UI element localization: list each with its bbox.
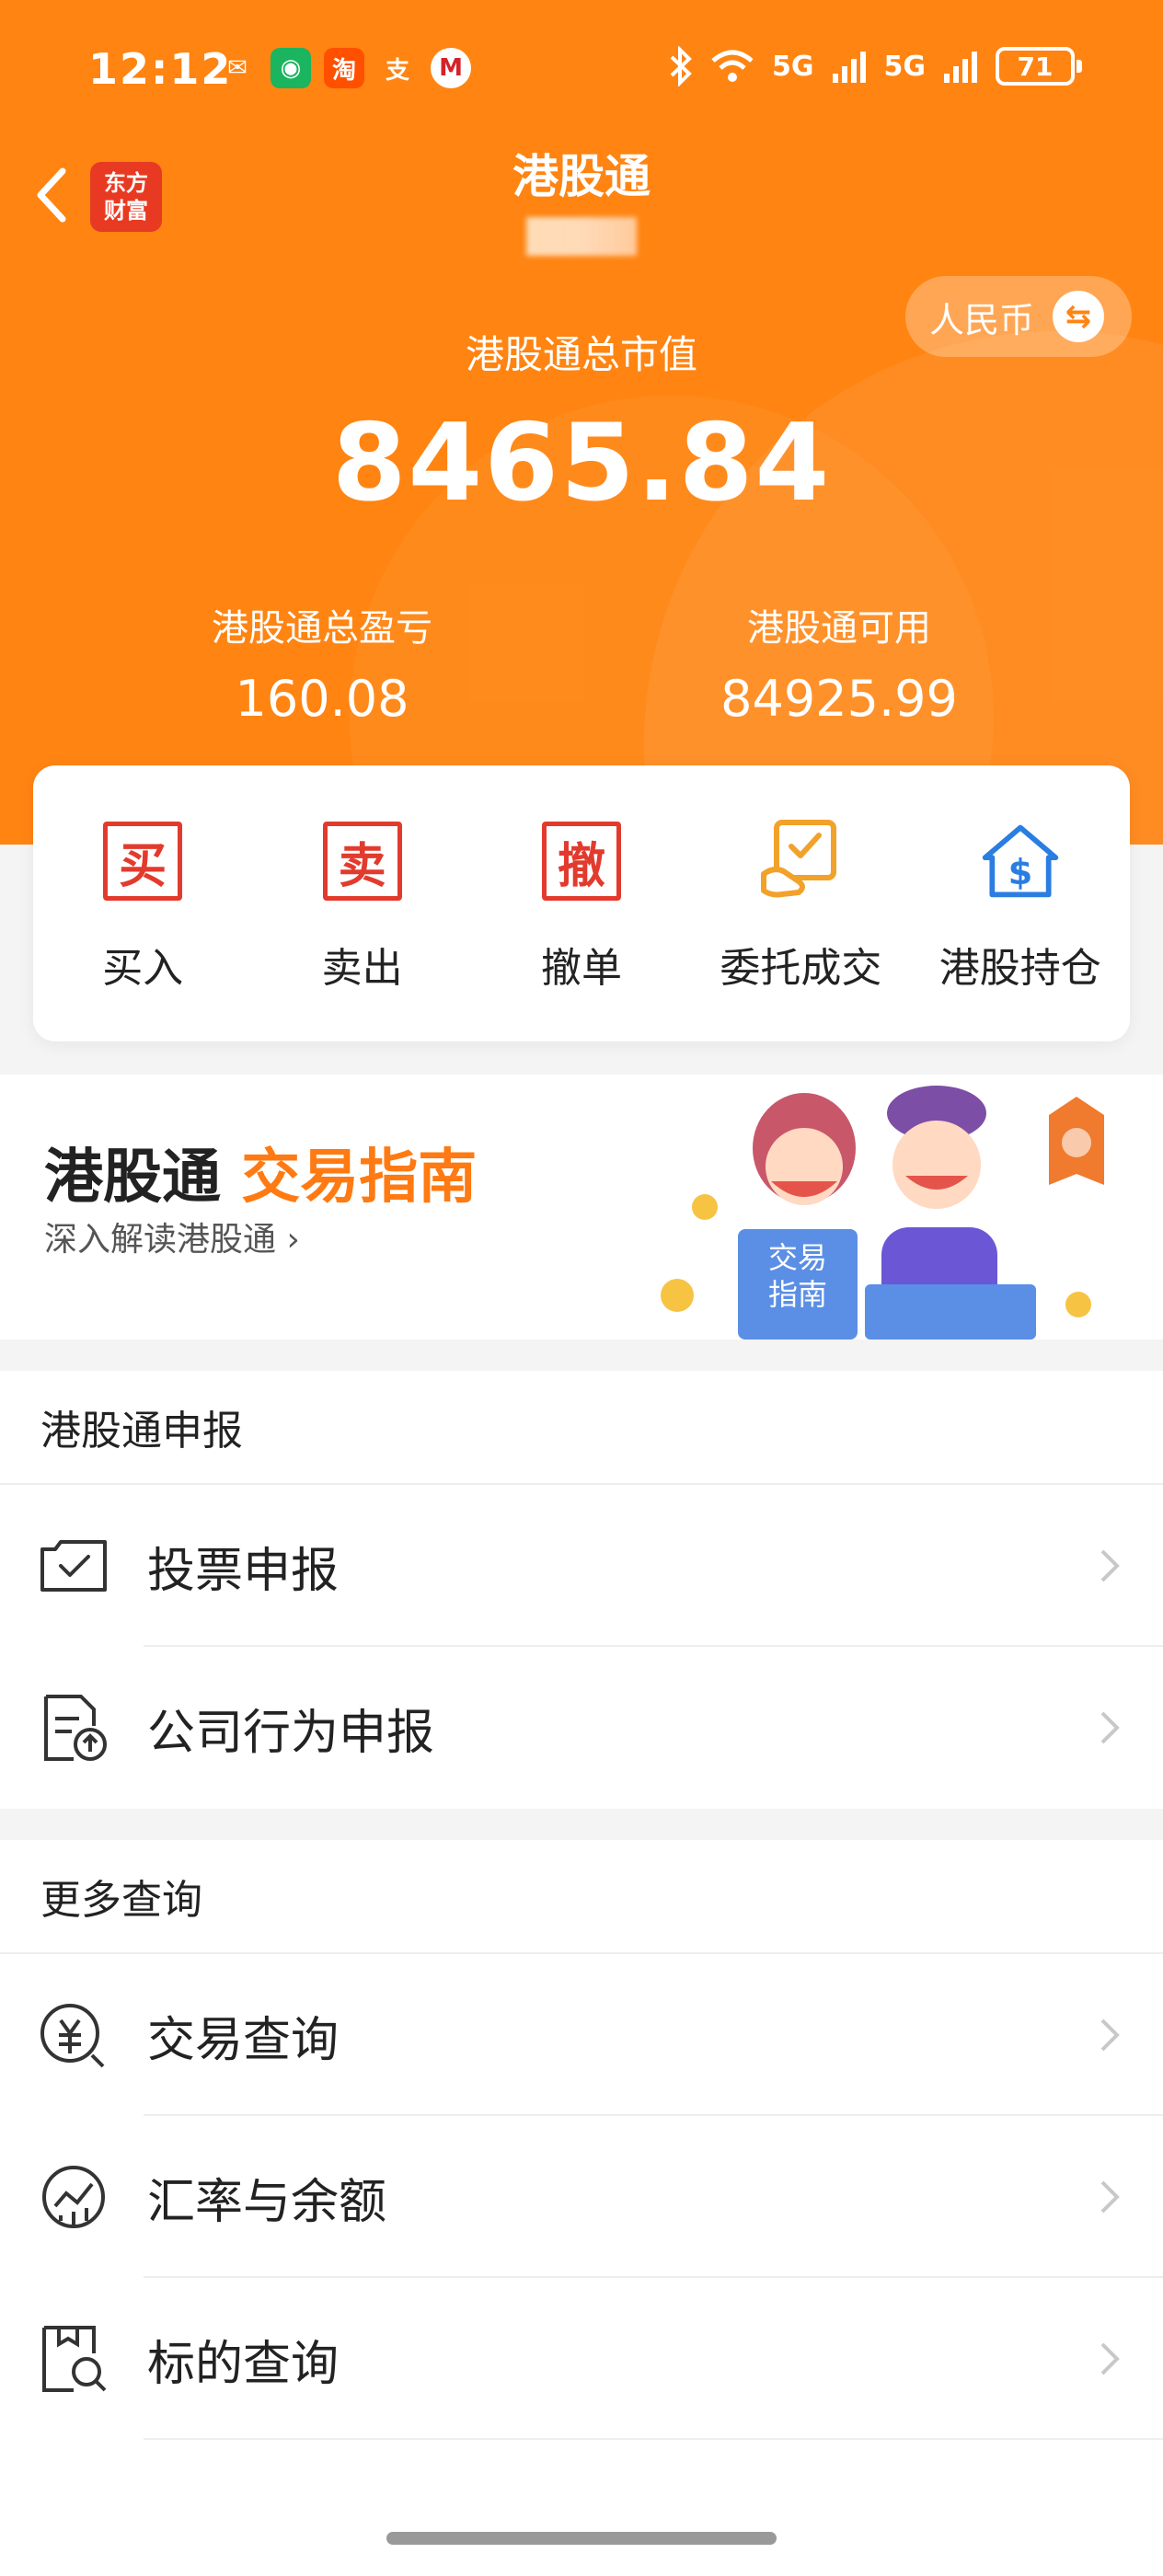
- banner-subtitle: 深入解读港股通: [44, 1221, 277, 1259]
- buy-label: 买入: [102, 945, 184, 992]
- banner-sign-text: 交易: [768, 1240, 827, 1275]
- shield-app-icon: ◉: [271, 48, 311, 88]
- list-item-underlying-query[interactable]: 标的查询: [0, 2278, 1163, 2440]
- wifi-icon: [711, 50, 754, 82]
- bank-icon: M: [431, 48, 471, 88]
- market-value: 8465.84: [331, 401, 832, 525]
- cancel-order-icon-glyph: 撤: [541, 822, 621, 901]
- total-pnl-label: 港股通总盈亏: [212, 607, 432, 650]
- chevron-right-icon: [1100, 2018, 1120, 2052]
- available-funds-value: 84925.99: [720, 670, 958, 728]
- list-item-exchange-rate-balance[interactable]: 汇率与余额: [0, 2116, 1163, 2278]
- market-value-label: 港股通总市值: [465, 332, 697, 377]
- wechat-icon: ✉: [227, 54, 248, 82]
- signal-icon: [832, 52, 866, 83]
- total-pnl-value: 160.08: [235, 670, 409, 728]
- trade-actions-card: 买 买入 卖 卖出 撤 撤单 委托成交 $ 港股持仓: [33, 765, 1130, 1041]
- orders-trades-button[interactable]: 委托成交: [699, 819, 902, 994]
- cancel-order-label: 撤单: [540, 945, 622, 992]
- cancel-order-icon: 撤: [539, 819, 624, 903]
- holdings-icon-glyph: $: [1008, 852, 1032, 893]
- chevron-right-icon: [1100, 2180, 1120, 2214]
- chevron-right-icon: [1100, 2342, 1120, 2375]
- orders-trades-label: 委托成交: [720, 945, 882, 992]
- masked-account-name: [526, 217, 637, 256]
- buy-button[interactable]: 买 买入: [41, 819, 244, 994]
- yuan-search-icon: [40, 2004, 105, 2068]
- battery-level: 71: [1017, 51, 1054, 82]
- section-title: 更多查询: [0, 1840, 1163, 1954]
- list-item-label: 投票申报: [147, 1543, 340, 1599]
- status-time: 12:12: [88, 44, 233, 94]
- notification-icons: ✉ ◉ 淘 支 M: [217, 48, 471, 88]
- list-item-label: 汇率与余额: [147, 2174, 387, 2230]
- network-label: 5G: [883, 50, 927, 83]
- scroll-fade: [0, 2484, 1163, 2576]
- list-item-label: 交易查询: [147, 2012, 340, 2068]
- home-indicator[interactable]: [386, 2532, 777, 2545]
- battery-icon: 71: [996, 47, 1082, 86]
- buy-icon-glyph: 买: [103, 822, 183, 901]
- sell-button[interactable]: 卖 卖出: [261, 819, 464, 994]
- hk-holdings-label: 港股持仓: [938, 945, 1101, 992]
- more-queries-section: 更多查询 交易查询 汇率与余额 标的查询: [0, 1840, 1163, 2576]
- list-item-vote-declaration[interactable]: 投票申报: [0, 1485, 1163, 1647]
- signal-icon: [944, 52, 977, 83]
- list-item-corporate-action[interactable]: 公司行为申报: [0, 1647, 1163, 1809]
- declaration-section: 港股通申报 投票申报 公司行为申报: [0, 1371, 1163, 1809]
- holdings-house-icon: $: [978, 819, 1063, 903]
- banner-title-main: 港股通: [44, 1144, 221, 1212]
- available-funds: 港股通可用 84925.99: [609, 598, 1069, 728]
- list-item-trade-query[interactable]: 交易查询: [0, 1954, 1163, 2116]
- status-bar: 12:12 ✉ ◉ 淘 支 M 5G 5G 71: [0, 0, 1163, 147]
- banner-illustration: 交易 指南: [661, 1086, 1104, 1340]
- chevron-right-icon: [1100, 1549, 1120, 1582]
- banner-sign-text: 指南: [768, 1277, 827, 1312]
- taobao-icon: 淘: [324, 48, 364, 88]
- sell-icon-glyph: 卖: [322, 822, 402, 901]
- account-header: 12:12 ✉ ◉ 淘 支 M 5G 5G 71 东方 财富 港股通 人民币 ⇆…: [0, 0, 1163, 845]
- document-upload-icon: [44, 1695, 107, 1761]
- trading-guide-banner[interactable]: 港股通 交易指南 深入解读港股通 › 交易 指南: [0, 1075, 1163, 1340]
- list-item-label: 公司行为申报: [147, 1705, 435, 1761]
- banner-subtitle-link[interactable]: 深入解读港股通 ›: [44, 1213, 300, 1260]
- ballot-check-icon: [40, 1540, 107, 1592]
- document-search-icon: [42, 2326, 107, 2392]
- buy-icon: 买: [100, 819, 185, 903]
- document-check-icon: [758, 819, 843, 903]
- chevron-right-icon: [1100, 1711, 1120, 1744]
- divider: [144, 2438, 1163, 2440]
- chart-circle-icon: [42, 2166, 105, 2228]
- total-pnl: 港股通总盈亏 160.08: [92, 598, 552, 728]
- bluetooth-icon: [670, 46, 692, 86]
- hk-holdings-button[interactable]: $ 港股持仓: [919, 819, 1122, 994]
- sell-label: 卖出: [321, 945, 403, 992]
- available-funds-label: 港股通可用: [747, 607, 931, 650]
- network-label: 5G: [772, 50, 814, 83]
- section-title: 港股通申报: [0, 1371, 1163, 1485]
- cancel-order-button[interactable]: 撤 撤单: [480, 819, 683, 994]
- system-indicators: 5G 5G 71: [669, 46, 1082, 86]
- banner-title-highlight: 交易指南: [241, 1144, 478, 1212]
- alipay-icon: 支: [385, 56, 409, 85]
- chevron-right-icon: ›: [286, 1221, 300, 1259]
- sell-icon: 卖: [320, 819, 405, 903]
- page-title: 港股通: [512, 150, 651, 203]
- list-item-label: 标的查询: [147, 2336, 340, 2392]
- banner-title: 港股通 交易指南: [44, 1130, 477, 1214]
